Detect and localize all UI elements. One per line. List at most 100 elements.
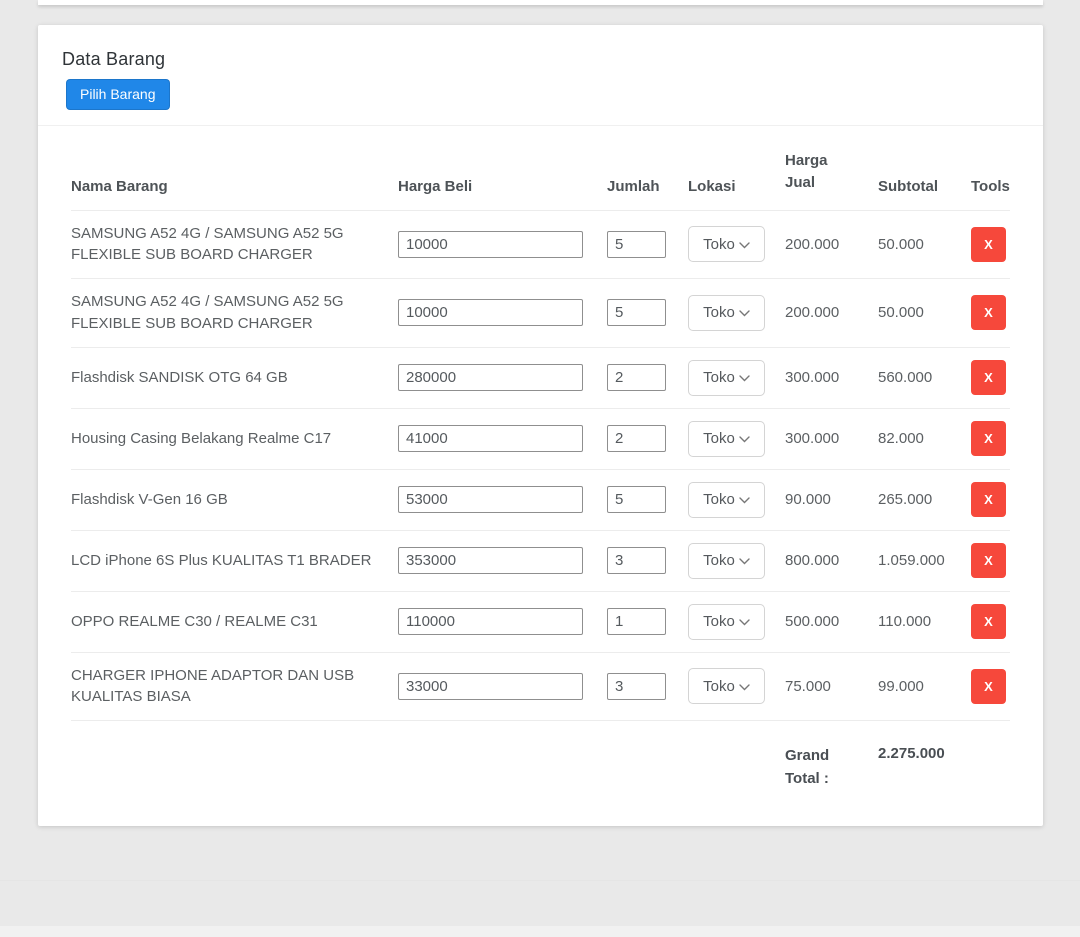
item-name: Flashdisk V-Gen 16 GB bbox=[71, 469, 398, 530]
subtotal-value: 50.000 bbox=[878, 210, 971, 279]
jumlah-input[interactable] bbox=[607, 425, 666, 452]
harga-beli-input[interactable] bbox=[398, 231, 583, 258]
delete-row-button[interactable]: X bbox=[971, 482, 1006, 517]
grand-total-label: Grand Total : bbox=[785, 721, 878, 836]
chevron-down-icon bbox=[739, 684, 750, 691]
subtotal-value: 82.000 bbox=[878, 408, 971, 469]
jumlah-input[interactable] bbox=[607, 673, 666, 700]
delete-row-button[interactable]: X bbox=[971, 227, 1006, 262]
chevron-down-icon bbox=[739, 375, 750, 382]
jumlah-input[interactable] bbox=[607, 231, 666, 258]
subtotal-value: 99.000 bbox=[878, 652, 971, 721]
subtotal-value: 1.059.000 bbox=[878, 530, 971, 591]
harga-beli-input[interactable] bbox=[398, 425, 583, 452]
table-row: Flashdisk V-Gen 16 GB Toko 90.000 265.00… bbox=[71, 469, 1010, 530]
lokasi-select[interactable]: Toko bbox=[688, 543, 765, 579]
items-table: Nama Barang Harga Beli Jumlah Lokasi Har… bbox=[71, 126, 1010, 835]
delete-row-button[interactable]: X bbox=[971, 421, 1006, 456]
table-row: CHARGER IPHONE ADAPTOR DAN USB KUALITAS … bbox=[71, 652, 1010, 721]
subtotal-value: 110.000 bbox=[878, 591, 971, 652]
harga-jual-value: 800.000 bbox=[785, 530, 878, 591]
lokasi-select-value: Toko bbox=[703, 491, 735, 508]
delete-row-button[interactable]: X bbox=[971, 543, 1006, 578]
lokasi-select[interactable]: Toko bbox=[688, 668, 765, 704]
subtotal-value: 560.000 bbox=[878, 347, 971, 408]
page-title: Data Barang bbox=[62, 49, 1019, 70]
data-barang-card: Data Barang Pilih Barang Nama Barang Har… bbox=[38, 25, 1043, 826]
item-name: SAMSUNG A52 4G / SAMSUNG A52 5G FLEXIBLE… bbox=[71, 279, 398, 348]
jumlah-input[interactable] bbox=[607, 547, 666, 574]
subtotal-value: 265.000 bbox=[878, 469, 971, 530]
delete-row-button[interactable]: X bbox=[971, 295, 1006, 330]
next-section-edge bbox=[0, 926, 1080, 937]
chevron-down-icon bbox=[739, 497, 750, 504]
chevron-down-icon bbox=[739, 242, 750, 249]
jumlah-input[interactable] bbox=[607, 486, 666, 513]
lokasi-select-value: Toko bbox=[703, 678, 735, 695]
jumlah-input[interactable] bbox=[607, 608, 666, 635]
table-header-row: Nama Barang Harga Beli Jumlah Lokasi Har… bbox=[71, 126, 1010, 210]
harga-beli-input[interactable] bbox=[398, 547, 583, 574]
lokasi-select[interactable]: Toko bbox=[688, 421, 765, 457]
chevron-down-icon bbox=[739, 558, 750, 565]
col-header-jumlah: Jumlah bbox=[607, 126, 688, 210]
harga-jual-value: 200.000 bbox=[785, 210, 878, 279]
grand-total-row: Grand Total : 2.275.000 bbox=[71, 721, 1010, 836]
table-row: SAMSUNG A52 4G / SAMSUNG A52 5G FLEXIBLE… bbox=[71, 210, 1010, 279]
harga-jual-value: 300.000 bbox=[785, 408, 878, 469]
pilih-barang-button[interactable]: Pilih Barang bbox=[66, 79, 170, 110]
col-header-nama-barang: Nama Barang bbox=[71, 126, 398, 210]
harga-beli-input[interactable] bbox=[398, 673, 583, 700]
lokasi-select[interactable]: Toko bbox=[688, 295, 765, 331]
harga-beli-input[interactable] bbox=[398, 486, 583, 513]
item-name: SAMSUNG A52 4G / SAMSUNG A52 5G FLEXIBLE… bbox=[71, 210, 398, 279]
table-row: Flashdisk SANDISK OTG 64 GB Toko 300.000… bbox=[71, 347, 1010, 408]
item-name: OPPO REALME C30 / REALME C31 bbox=[71, 591, 398, 652]
col-header-tools: Tools bbox=[971, 126, 1010, 210]
item-name: Housing Casing Belakang Realme C17 bbox=[71, 408, 398, 469]
chevron-down-icon bbox=[739, 619, 750, 626]
lokasi-select-value: Toko bbox=[703, 304, 735, 321]
harga-beli-input[interactable] bbox=[398, 299, 583, 326]
chevron-down-icon bbox=[739, 436, 750, 443]
section-divider bbox=[0, 880, 1080, 881]
table-row: OPPO REALME C30 / REALME C31 Toko 500.00… bbox=[71, 591, 1010, 652]
subtotal-value: 50.000 bbox=[878, 279, 971, 348]
table-body: SAMSUNG A52 4G / SAMSUNG A52 5G FLEXIBLE… bbox=[71, 210, 1010, 721]
item-name: CHARGER IPHONE ADAPTOR DAN USB KUALITAS … bbox=[71, 652, 398, 721]
col-header-harga-jual: Harga Jual bbox=[785, 126, 878, 210]
item-name: LCD iPhone 6S Plus KUALITAS T1 BRADER bbox=[71, 530, 398, 591]
chevron-down-icon bbox=[739, 310, 750, 317]
table-row: LCD iPhone 6S Plus KUALITAS T1 BRADER To… bbox=[71, 530, 1010, 591]
jumlah-input[interactable] bbox=[607, 299, 666, 326]
table-row: Housing Casing Belakang Realme C17 Toko … bbox=[71, 408, 1010, 469]
grand-total-value: 2.275.000 bbox=[878, 721, 971, 836]
lokasi-select-value: Toko bbox=[703, 430, 735, 447]
harga-jual-value: 200.000 bbox=[785, 279, 878, 348]
lokasi-select[interactable]: Toko bbox=[688, 226, 765, 262]
table-row: SAMSUNG A52 4G / SAMSUNG A52 5G FLEXIBLE… bbox=[71, 279, 1010, 348]
harga-beli-input[interactable] bbox=[398, 364, 583, 391]
harga-jual-value: 500.000 bbox=[785, 591, 878, 652]
harga-jual-value: 90.000 bbox=[785, 469, 878, 530]
delete-row-button[interactable]: X bbox=[971, 669, 1006, 704]
harga-jual-value: 75.000 bbox=[785, 652, 878, 721]
col-header-subtotal: Subtotal bbox=[878, 126, 971, 210]
delete-row-button[interactable]: X bbox=[971, 360, 1006, 395]
jumlah-input[interactable] bbox=[607, 364, 666, 391]
item-name: Flashdisk SANDISK OTG 64 GB bbox=[71, 347, 398, 408]
harga-beli-input[interactable] bbox=[398, 608, 583, 635]
lokasi-select-value: Toko bbox=[703, 613, 735, 630]
lokasi-select-value: Toko bbox=[703, 369, 735, 386]
previous-card-edge bbox=[38, 0, 1043, 5]
col-header-lokasi: Lokasi bbox=[688, 126, 785, 210]
lokasi-select-value: Toko bbox=[703, 552, 735, 569]
harga-jual-value: 300.000 bbox=[785, 347, 878, 408]
delete-row-button[interactable]: X bbox=[971, 604, 1006, 639]
lokasi-select[interactable]: Toko bbox=[688, 482, 765, 518]
lokasi-select-value: Toko bbox=[703, 236, 735, 253]
col-header-harga-beli: Harga Beli bbox=[398, 126, 607, 210]
card-header: Data Barang Pilih Barang bbox=[38, 25, 1043, 126]
lokasi-select[interactable]: Toko bbox=[688, 604, 765, 640]
lokasi-select[interactable]: Toko bbox=[688, 360, 765, 396]
